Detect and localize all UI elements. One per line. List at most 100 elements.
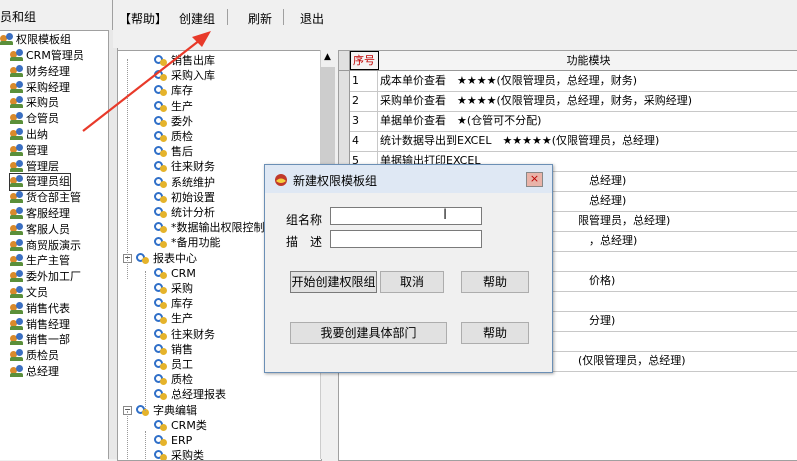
group-item[interactable]: 销售一部 bbox=[10, 332, 70, 348]
group-item[interactable]: 采购员 bbox=[10, 95, 59, 111]
group-item-label: 客服经理 bbox=[26, 207, 70, 220]
group-item-label: 采购员 bbox=[26, 96, 59, 110]
group-item-label: 委外加工厂 bbox=[26, 270, 81, 284]
tree-dict-item-label: ERP bbox=[171, 434, 193, 447]
group-item[interactable]: 文员 bbox=[10, 285, 48, 301]
module-gear-icon bbox=[154, 388, 168, 401]
tree-report-item[interactable]: 采购 bbox=[154, 281, 193, 296]
group-item[interactable]: 管理层 bbox=[10, 159, 59, 175]
group-item[interactable]: 管理员组 bbox=[9, 173, 71, 192]
module-gear-icon bbox=[154, 236, 168, 249]
module-gear-icon bbox=[154, 282, 168, 294]
tree-report-item[interactable]: 往来财务 bbox=[154, 327, 215, 342]
tree-report-item-label: 生产 bbox=[171, 312, 193, 326]
tree-module-item-label: 售后 bbox=[171, 145, 193, 159]
tree-module-item[interactable]: *备用功能 bbox=[154, 235, 221, 250]
tree-module-item-label: 委外 bbox=[171, 114, 193, 128]
group-item[interactable]: 销售代表 bbox=[10, 301, 70, 317]
tree-module-item[interactable]: 生产 bbox=[154, 99, 193, 114]
row-header[interactable] bbox=[339, 111, 350, 131]
row-header[interactable] bbox=[339, 71, 350, 91]
user-group-icon bbox=[10, 159, 24, 172]
group-name-input[interactable] bbox=[330, 207, 482, 225]
tree-module-item[interactable]: 委外 bbox=[154, 114, 193, 129]
tree-dict-edit-label: 字典编辑 bbox=[153, 403, 197, 417]
module-gear-icon bbox=[154, 267, 168, 279]
tree-report-item[interactable]: 员工 bbox=[154, 357, 193, 372]
exit-button[interactable]: 退出 bbox=[300, 10, 324, 27]
tree-report-center[interactable]: 报表中心 bbox=[136, 251, 197, 266]
tree-report-item-label: 总经理报表 bbox=[171, 388, 226, 402]
tree-dict-item[interactable]: ERP bbox=[154, 433, 192, 448]
row-header[interactable] bbox=[339, 91, 350, 111]
group-item[interactable]: 采购经理 bbox=[10, 80, 70, 96]
help-menu[interactable]: 【帮助】 bbox=[119, 10, 167, 27]
tree-module-item[interactable]: 售后 bbox=[154, 144, 193, 159]
group-item[interactable]: 仓管员 bbox=[10, 111, 59, 127]
tree-report-item[interactable]: 销售 bbox=[154, 342, 193, 357]
tree-module-item[interactable]: 往来财务 bbox=[154, 159, 215, 174]
help-button[interactable]: 帮助 bbox=[461, 271, 529, 293]
group-item[interactable]: 客服人员 bbox=[10, 222, 70, 238]
dialog-titlebar[interactable]: 新建权限模板组 × bbox=[265, 165, 552, 193]
table-row[interactable]: 4 统计数据导出到EXCEL ★★★★★(仅限管理员，总经理) bbox=[339, 131, 797, 152]
tree-report-item[interactable]: 质检 bbox=[154, 372, 193, 387]
tree-module-item-label: 质检 bbox=[171, 130, 193, 143]
tree-module-item[interactable]: *数据输出权限控制 bbox=[154, 220, 265, 235]
group-item[interactable]: 管理 bbox=[10, 143, 48, 159]
group-item[interactable]: 质检员 bbox=[10, 348, 59, 364]
group-item-label: 销售一部 bbox=[26, 333, 70, 347]
help-button-2[interactable]: 帮助 bbox=[461, 322, 529, 344]
create-group-button[interactable]: 创建组 bbox=[179, 10, 215, 27]
row-header[interactable] bbox=[339, 131, 350, 151]
tree-module-item[interactable]: 统计分析 bbox=[154, 205, 215, 220]
user-group-icon bbox=[10, 222, 24, 235]
tree-guide-line bbox=[145, 431, 146, 460]
group-item[interactable]: 销售经理 bbox=[10, 317, 70, 333]
scroll-up-icon[interactable]: ▲ bbox=[324, 52, 331, 62]
start-create-group-button[interactable]: 开始创建权限组 bbox=[290, 271, 377, 293]
row-header-corner bbox=[339, 51, 350, 70]
table-row[interactable]: 1 成本单价查看 ★★★★(仅限管理员，总经理，财务) bbox=[339, 71, 797, 92]
create-department-button[interactable]: 我要创建具体部门 bbox=[290, 322, 447, 344]
group-item[interactable]: 货仓部主管 bbox=[10, 190, 81, 206]
group-tree[interactable]: 权限模板组 CRM管理员 财务经理 采购经理 采购员 仓管员 出纳 管理 管理层 管理员组 货仓部… bbox=[0, 30, 108, 460]
tree-module-item-label: *数据输出权限控制 bbox=[171, 221, 265, 235]
module-gear-icon bbox=[154, 343, 168, 355]
group-item[interactable]: 总经理 bbox=[10, 364, 59, 380]
col-module-header[interactable]: 功能模块 bbox=[379, 51, 797, 70]
tree-dict-item[interactable]: 采购类 bbox=[154, 448, 204, 460]
group-item[interactable]: 委外加工厂 bbox=[10, 269, 81, 285]
group-item[interactable]: 商贸版演示 bbox=[10, 238, 81, 254]
tree-module-item[interactable]: 初始设置 bbox=[154, 190, 215, 205]
group-item[interactable]: CRM管理员 bbox=[10, 48, 84, 64]
tree-dict-item[interactable]: CRM类 bbox=[154, 418, 207, 433]
description-input[interactable] bbox=[330, 230, 482, 248]
group-item-label: 管理层 bbox=[26, 159, 59, 173]
tree-module-item[interactable]: 系统维护 bbox=[154, 175, 215, 190]
refresh-button[interactable]: 刷新 bbox=[248, 10, 272, 27]
module-gear-icon bbox=[154, 312, 168, 325]
tree-report-item[interactable]: 库存 bbox=[154, 296, 193, 311]
group-item[interactable]: 生产主管 bbox=[10, 253, 70, 269]
col-index-header[interactable]: 序号 bbox=[350, 51, 379, 70]
table-row[interactable]: 3 单据单价查看 ★(仓管可不分配) bbox=[339, 111, 797, 132]
tree-report-item[interactable]: 总经理报表 bbox=[154, 387, 226, 402]
tree-module-item[interactable]: 采购入库 bbox=[154, 68, 215, 83]
tree-module-item[interactable]: 库存 bbox=[154, 83, 193, 98]
cancel-button[interactable]: 取消 bbox=[380, 271, 444, 293]
tree-report-item[interactable]: CRM bbox=[154, 266, 196, 281]
left-panel-header: 员和组 bbox=[0, 0, 113, 30]
tree-report-item-label: 往来财务 bbox=[171, 327, 215, 341]
module-gear-icon bbox=[154, 434, 168, 446]
group-item[interactable]: 客服经理 bbox=[10, 206, 70, 222]
tree-module-item[interactable]: 质检 bbox=[154, 129, 193, 144]
tree-report-item[interactable]: 生产 bbox=[154, 311, 193, 326]
group-item[interactable]: 出纳 bbox=[10, 127, 48, 143]
group-item[interactable]: 财务经理 bbox=[10, 64, 70, 80]
close-icon[interactable]: × bbox=[526, 172, 543, 187]
table-row[interactable]: 2 采购单价查看 ★★★★(仅限管理员，总经理，财务，采购经理) bbox=[339, 91, 797, 112]
tree-root[interactable]: 权限模板组 bbox=[0, 32, 71, 48]
row-module: 统计数据导出到EXCEL ★★★★★(仅限管理员，总经理) bbox=[380, 134, 660, 147]
tree-module-item[interactable]: 销售出库 bbox=[154, 53, 215, 68]
